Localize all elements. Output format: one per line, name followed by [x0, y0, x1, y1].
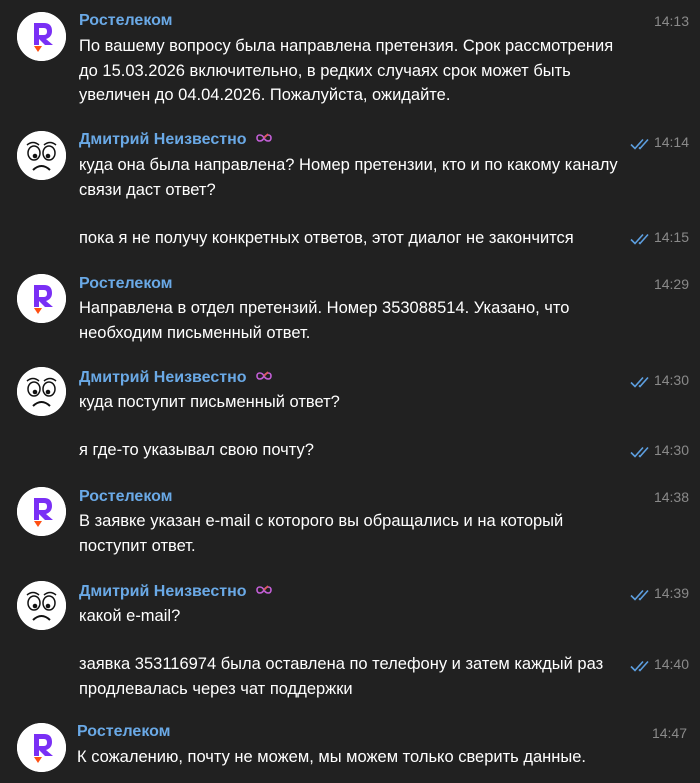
sad-face-avatar-icon[interactable]	[17, 367, 66, 416]
message-time: 14:30	[630, 371, 689, 389]
chat-history[interactable]: Ростелеком По вашему вопросу была направ…	[0, 0, 700, 783]
double-check-icon	[630, 587, 652, 601]
message-text: В заявке указан e-mail с которого вы обр…	[79, 512, 564, 555]
message-text: куда она была направлена? Номер претензи…	[79, 156, 618, 199]
sender-name[interactable]: Дмитрий Неизвестно	[79, 582, 273, 602]
message-text: я где-то указывал свою почту?	[79, 441, 314, 459]
sender-name[interactable]: Дмитрий Неизвестно	[79, 368, 273, 388]
infinity-emoji-icon	[255, 368, 273, 388]
rostelecom-avatar-icon[interactable]	[17, 12, 66, 61]
sender-name-label: Дмитрий Неизвестно	[79, 369, 247, 387]
message-text: пока я не получу конкретных ответов, это…	[79, 229, 574, 247]
message-time: 14:13	[654, 12, 689, 30]
sender-name-label: Дмитрий Неизвестно	[79, 583, 247, 601]
sad-face-avatar-icon[interactable]	[17, 131, 66, 180]
time-label: 14:29	[653, 276, 689, 292]
time-label: 14:14	[653, 134, 689, 150]
message-text: куда поступит письменный ответ?	[79, 393, 340, 411]
double-check-icon	[630, 658, 652, 672]
infinity-emoji-icon	[255, 582, 273, 602]
double-check-icon	[630, 374, 652, 388]
rostelecom-avatar-icon[interactable]	[17, 723, 66, 772]
message-time: 14:47	[652, 724, 687, 742]
message-time: 14:39	[630, 584, 689, 602]
message-text: Направлена в отдел претензий. Номер 3530…	[79, 299, 570, 342]
sender-name[interactable]: Ростелеком	[79, 274, 173, 294]
sad-face-avatar-icon[interactable]	[17, 581, 66, 630]
message-time: 14:14	[630, 133, 689, 151]
sender-name[interactable]: Ростелеком	[77, 722, 171, 742]
double-check-icon	[630, 136, 652, 150]
rostelecom-avatar-icon[interactable]	[17, 487, 66, 536]
sender-name[interactable]: Ростелеком	[79, 11, 173, 31]
infinity-emoji-icon	[255, 130, 273, 150]
message-text: По вашему вопросу была направлена претен…	[79, 37, 614, 104]
message-time: 14:30	[630, 441, 689, 459]
message-time: 14:15	[630, 228, 689, 246]
message-time: 14:40	[630, 655, 689, 673]
sender-name[interactable]: Дмитрий Неизвестно	[79, 130, 273, 150]
time-label: 14:38	[653, 489, 689, 505]
time-label: 14:15	[653, 229, 689, 245]
message-text: заявка 353116974 была оставлена по телеф…	[79, 655, 604, 698]
time-label: 14:39	[653, 585, 689, 601]
time-label: 14:47	[651, 725, 687, 741]
message-time: 14:29	[654, 275, 689, 293]
message-text: К сожалению, почту не можем, мы можем то…	[77, 748, 586, 766]
time-label: 14:13	[653, 13, 689, 29]
message-time: 14:38	[654, 488, 689, 506]
message-text: какой e-mail?	[79, 607, 181, 625]
rostelecom-avatar-icon[interactable]	[17, 274, 66, 323]
time-label: 14:40	[653, 656, 689, 672]
double-check-icon	[630, 444, 652, 458]
time-label: 14:30	[653, 442, 689, 458]
sender-name[interactable]: Ростелеком	[79, 487, 173, 507]
sender-name-label: Дмитрий Неизвестно	[79, 131, 247, 149]
time-label: 14:30	[653, 372, 689, 388]
double-check-icon	[630, 231, 652, 245]
